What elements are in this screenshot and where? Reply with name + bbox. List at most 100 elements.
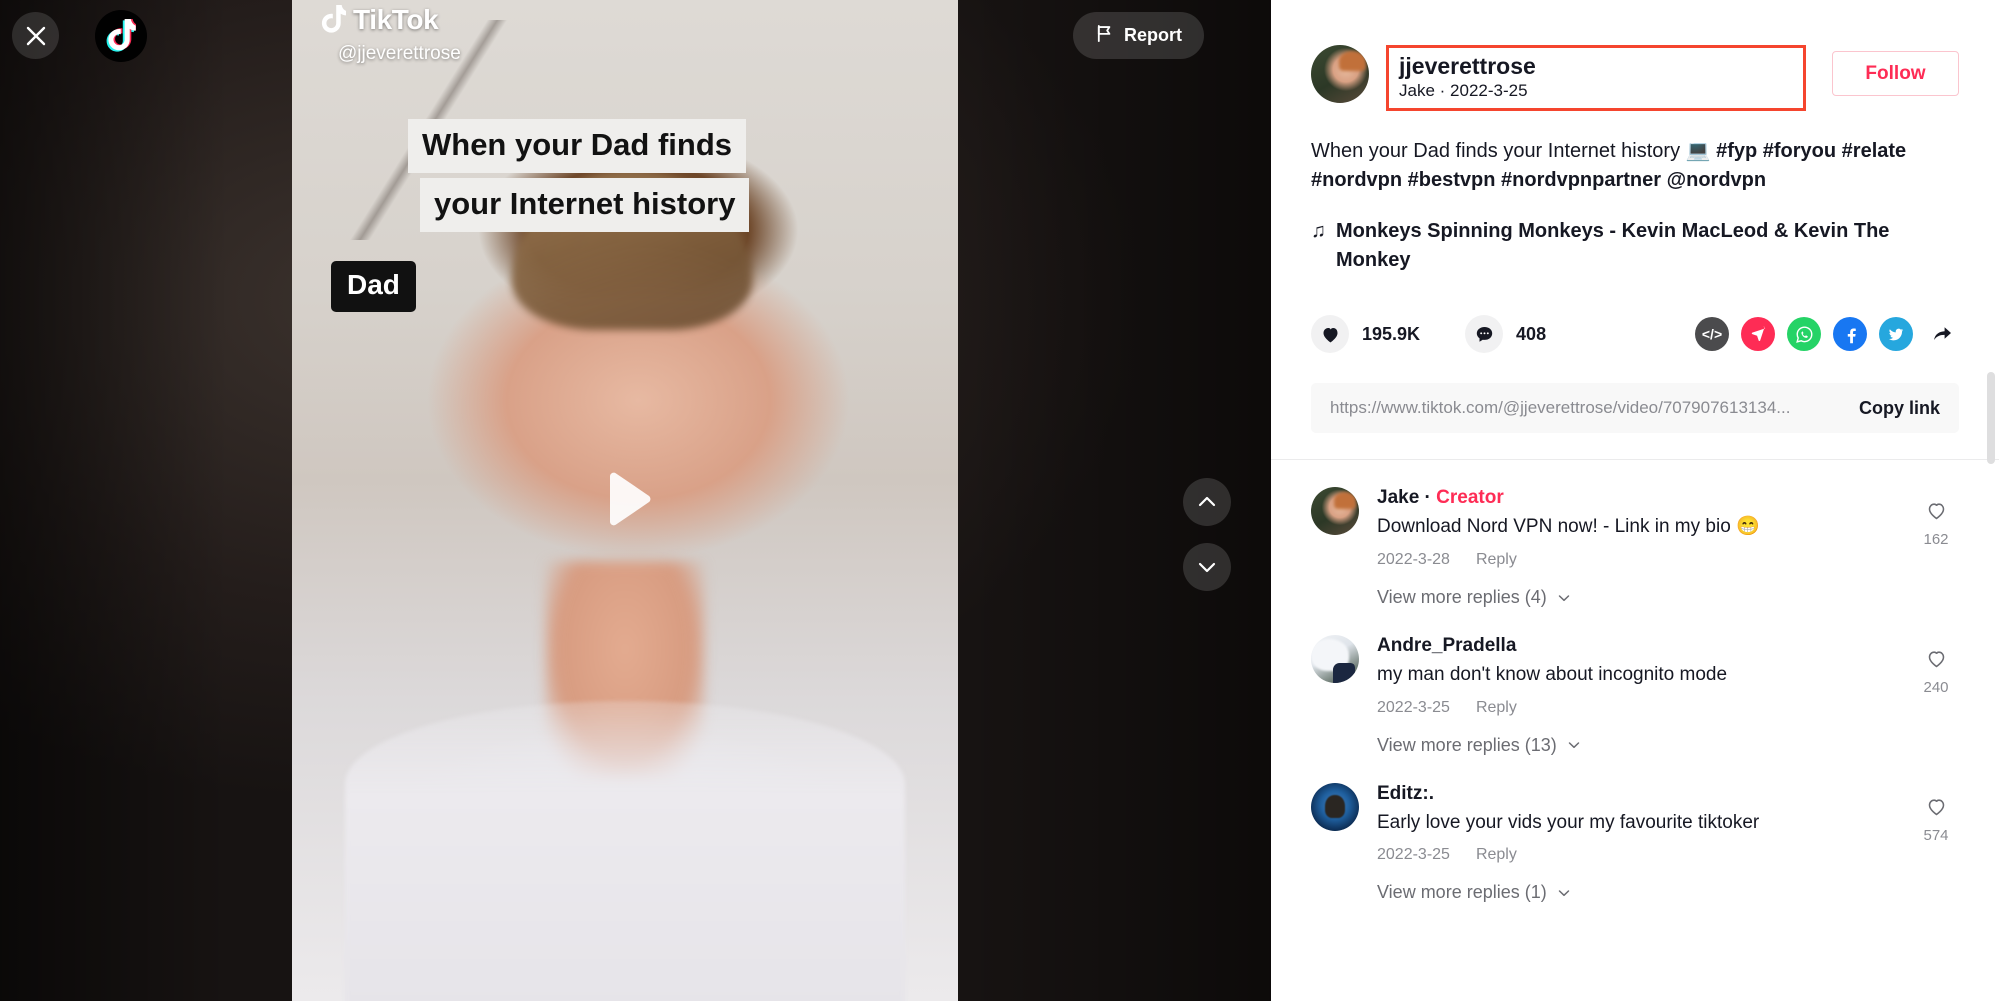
view-more-replies-button[interactable]: View more replies (1) xyxy=(1377,882,1959,903)
comment-like[interactable]: 240 xyxy=(1913,635,1959,717)
author-info-highlight[interactable]: jjeverettrose Jake · 2022-3-25 xyxy=(1386,45,1806,112)
next-video-button[interactable] xyxy=(1183,543,1231,591)
comment-reply-button[interactable]: Reply xyxy=(1476,699,1517,717)
comment-item: Editz:. Early love your vids your my fav… xyxy=(1311,756,1959,865)
share-send-icon[interactable] xyxy=(1741,317,1775,352)
comment-author-separator: · xyxy=(1419,487,1437,509)
follow-button[interactable]: Follow xyxy=(1832,51,1959,96)
music-row[interactable]: ♫ Monkeys Spinning Monkeys - Kevin MacLe… xyxy=(1311,217,1959,275)
share-more-icon[interactable] xyxy=(1925,317,1959,351)
view-more-replies-label: View more replies (13) xyxy=(1377,734,1557,755)
description-text: When your Dad finds your Internet histor… xyxy=(1311,140,1686,163)
tiktok-logo-icon[interactable] xyxy=(95,10,147,62)
tiktok-video-modal: TikTok @jjeverettrose When your Dad find… xyxy=(0,0,1999,1001)
creator-badge: Creator xyxy=(1436,487,1504,509)
author-username[interactable]: jjeverettrose xyxy=(1399,53,1793,79)
comment-heart-icon xyxy=(1928,651,1944,668)
comment-author[interactable]: Jake · Creator xyxy=(1377,487,1897,509)
video-stage: TikTok @jjeverettrose When your Dad find… xyxy=(0,0,1271,1001)
comment-text: my man don't know about incognito mode xyxy=(1377,664,1728,686)
video-info-panel: jjeverettrose Jake · 2022-3-25 Follow Wh… xyxy=(1271,0,1999,1001)
video-navigation xyxy=(1183,478,1231,591)
panel-header: jjeverettrose Jake · 2022-3-25 Follow Wh… xyxy=(1271,0,1999,459)
comment-meta: 2022-3-25 Reply xyxy=(1377,699,1897,717)
comment-bubble-icon[interactable] xyxy=(1465,315,1504,354)
report-button-label: Report xyxy=(1124,25,1182,45)
comment-author[interactable]: Editz:. xyxy=(1377,783,1897,805)
comment-like-count: 574 xyxy=(1923,826,1949,844)
comment-reply-button[interactable]: Reply xyxy=(1476,551,1517,569)
video-player[interactable]: TikTok @jjeverettrose When your Dad find… xyxy=(292,0,958,1001)
previous-video-button[interactable] xyxy=(1183,478,1231,526)
comment-like[interactable]: 574 xyxy=(1913,783,1959,865)
music-note-icon: ♫ xyxy=(1311,220,1326,243)
like-stat[interactable]: 195.9K xyxy=(1311,315,1421,354)
author-avatar[interactable] xyxy=(1311,45,1369,103)
music-title[interactable]: Monkeys Spinning Monkeys - Kevin MacLeod… xyxy=(1336,217,1959,275)
play-button[interactable] xyxy=(588,464,662,538)
engagement-stats: 195.9K 408 </> xyxy=(1311,311,1959,357)
chevron-down-icon xyxy=(1558,890,1569,896)
comment-body: Editz:. Early love your vids your my fav… xyxy=(1377,783,1913,865)
comment-avatar[interactable] xyxy=(1311,487,1359,536)
comment-text: Download Nord VPN now! - Link in my bio … xyxy=(1377,516,1760,538)
comment-item: Jake · Creator Download Nord VPN now! - … xyxy=(1311,460,1959,569)
flag-icon xyxy=(1095,24,1114,48)
comment-like-count: 162 xyxy=(1923,531,1949,549)
comment-date: 2022-3-25 xyxy=(1377,698,1450,716)
heart-icon[interactable] xyxy=(1311,315,1349,354)
comments-list: Jake · Creator Download Nord VPN now! - … xyxy=(1271,460,1999,1001)
view-more-replies-button[interactable]: View more replies (4) xyxy=(1377,587,1959,608)
author-row: jjeverettrose Jake · 2022-3-25 Follow xyxy=(1311,0,1959,112)
comment-date: 2022-3-28 xyxy=(1377,551,1450,569)
comment-author[interactable]: Andre_Pradella xyxy=(1377,635,1897,657)
share-icons: </> xyxy=(1695,317,1959,352)
comment-count: 408 xyxy=(1516,323,1547,344)
embed-code-label: </> xyxy=(1701,326,1723,343)
comment-avatar[interactable] xyxy=(1311,782,1359,831)
comment-date: 2022-3-25 xyxy=(1377,846,1450,864)
report-button[interactable]: Report xyxy=(1073,12,1204,59)
author-date: 2022-3-25 xyxy=(1450,81,1528,101)
comment-author-name: Andre_Pradella xyxy=(1377,635,1517,657)
comment-item: Andre_Pradella my man don't know about i… xyxy=(1311,608,1959,717)
tiktok-watermark-label: TikTok xyxy=(353,4,439,35)
comment-stat[interactable]: 408 xyxy=(1465,315,1547,354)
comment-heart-icon xyxy=(1928,503,1944,520)
comments-scrollbar[interactable] xyxy=(1987,372,1995,464)
view-more-replies-label: View more replies (4) xyxy=(1377,587,1547,608)
tiktok-watermark: TikTok xyxy=(320,4,439,36)
chevron-down-icon xyxy=(1558,594,1569,601)
comment-author-name: Editz:. xyxy=(1377,782,1434,804)
video-caption-line-1: When your Dad finds xyxy=(408,119,746,173)
video-description: When your Dad finds your Internet histor… xyxy=(1311,137,1959,195)
comment-meta: 2022-3-28 Reply xyxy=(1377,551,1897,569)
laptop-emoji-icon: 💻 xyxy=(1685,140,1711,163)
comment-body: Jake · Creator Download Nord VPN now! - … xyxy=(1377,487,1913,569)
facebook-icon[interactable] xyxy=(1833,317,1867,352)
comment-like[interactable]: 162 xyxy=(1913,487,1959,569)
comment-body: Andre_Pradella my man don't know about i… xyxy=(1377,635,1913,717)
view-more-replies-button[interactable]: View more replies (13) xyxy=(1377,735,1959,756)
share-url-text[interactable]: https://www.tiktok.com/@jjeverettrose/vi… xyxy=(1330,398,1845,418)
whatsapp-icon[interactable] xyxy=(1787,317,1821,352)
chevron-down-icon xyxy=(1568,742,1579,749)
copy-link-button[interactable]: Copy link xyxy=(1845,398,1940,419)
comment-meta: 2022-3-25 Reply xyxy=(1377,846,1897,864)
like-count: 195.9K xyxy=(1362,323,1421,344)
view-more-replies-label: View more replies (1) xyxy=(1377,882,1547,903)
copy-link-row: https://www.tiktok.com/@jjeverettrose/vi… xyxy=(1311,383,1959,434)
twitter-icon[interactable] xyxy=(1879,317,1913,352)
video-author-handle: @jjeverettrose xyxy=(338,43,461,64)
author-nickname: Jake xyxy=(1399,81,1435,101)
close-button[interactable] xyxy=(12,12,59,59)
comment-like-count: 240 xyxy=(1923,679,1949,697)
comment-heart-icon xyxy=(1928,799,1944,816)
video-subject-shirt xyxy=(345,700,905,1001)
author-nickname-date: Jake · 2022-3-25 xyxy=(1399,81,1793,101)
video-caption-label-dad: Dad xyxy=(331,261,416,312)
embed-code-icon[interactable]: </> xyxy=(1695,317,1729,352)
comment-author-name: Jake xyxy=(1377,487,1420,509)
comment-avatar[interactable] xyxy=(1311,635,1359,684)
comment-reply-button[interactable]: Reply xyxy=(1476,846,1517,864)
